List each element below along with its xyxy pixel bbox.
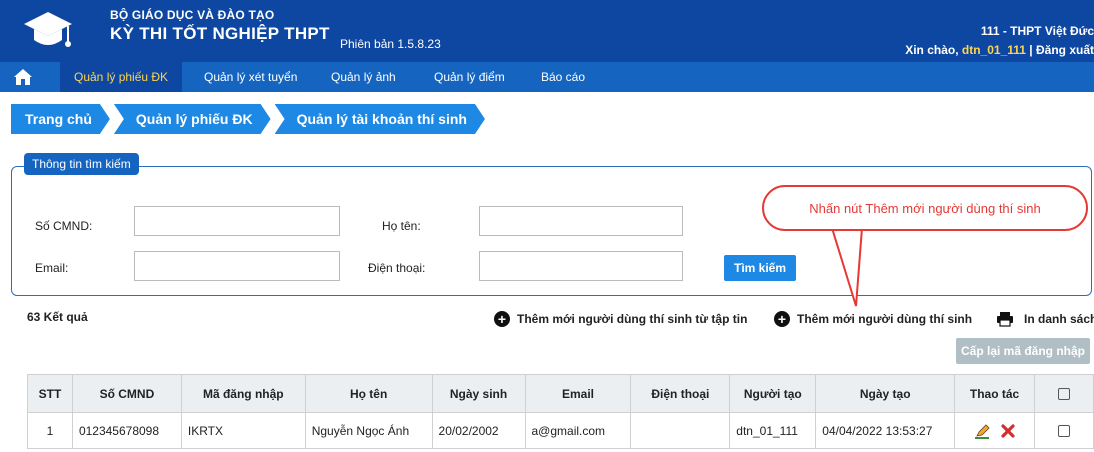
cell-phone	[630, 412, 731, 449]
col-header-stt: STT	[27, 374, 73, 413]
add-new-user-label: Thêm mới người dùng thí sinh	[797, 312, 973, 326]
col-header-creator: Người tạo	[729, 374, 817, 413]
cell-dob: 20/02/2002	[431, 412, 526, 449]
nav-item-phieu-dk[interactable]: Quản lý phiếu ĐK	[60, 62, 183, 92]
phone-label: Điện thoại:	[368, 261, 426, 275]
email-input[interactable]	[134, 251, 340, 281]
nav-home-button[interactable]	[0, 62, 46, 92]
instruction-callout: Nhấn nút Thêm mới người dùng thí sinh	[762, 185, 1088, 231]
candidate-table: STT Số CMND Mã đăng nhập Họ tên Ngày sin…	[27, 374, 1094, 449]
results-count: 63 Kết quả	[27, 310, 88, 324]
app-header: BỘ GIÁO DỤC VÀ ĐÀO TẠO KỲ THI TỐT NGHIỆP…	[0, 0, 1094, 62]
nav-item-diem[interactable]: Quản lý điểm	[420, 62, 519, 92]
cell-stt: 1	[27, 412, 73, 449]
nav-item-xet-tuyen[interactable]: Quản lý xét tuyển	[190, 62, 311, 92]
col-header-dob: Ngày sinh	[431, 374, 526, 413]
col-header-created-date: Ngày tạo	[815, 374, 956, 413]
breadcrumb-current[interactable]: Quản lý tài khoản thí sinh	[275, 104, 485, 134]
username-link[interactable]: dtn_01_111	[962, 43, 1026, 57]
search-button[interactable]: Tìm kiếm	[724, 255, 796, 281]
edit-pencil-icon[interactable]	[974, 423, 992, 439]
breadcrumb-home[interactable]: Trang chủ	[11, 104, 110, 134]
table-row: 1 012345678098 IKRTX Nguyễn Ngọc Ánh 20/…	[27, 412, 1094, 449]
print-label: In danh sách	[1024, 312, 1094, 326]
col-header-login-code: Mã đăng nhập	[180, 374, 306, 413]
exam-title: KỲ THI TỐT NGHIỆP THPT	[110, 24, 330, 43]
separator: |	[1025, 43, 1036, 57]
col-header-phone: Điện thoại	[630, 374, 731, 413]
col-header-name: Họ tên	[304, 374, 433, 413]
org-name: BỘ GIÁO DỤC VÀ ĐÀO TẠO	[110, 8, 275, 22]
table-header-row: STT Số CMND Mã đăng nhập Họ tên Ngày sin…	[27, 374, 1094, 413]
add-new-user-button[interactable]: + Thêm mới người dùng thí sinh	[774, 311, 972, 327]
cell-name: Nguyễn Ngọc Ánh	[304, 412, 433, 449]
breadcrumb: Trang chủ Quản lý phiếu ĐK Quản lý tài k…	[11, 104, 489, 134]
delete-x-icon[interactable]	[1001, 423, 1015, 438]
print-button[interactable]: In danh sách	[996, 311, 1094, 327]
reset-login-code-button[interactable]: Cấp lại mã đăng nhập	[956, 338, 1090, 364]
search-panel-title: Thông tin tìm kiếm	[24, 153, 139, 175]
name-input[interactable]	[479, 206, 683, 236]
phone-input[interactable]	[479, 251, 683, 281]
plus-circle-icon: +	[774, 311, 790, 327]
breadcrumb-phieu-dk[interactable]: Quản lý phiếu ĐK	[114, 104, 271, 134]
col-header-cmnd: Số CMND	[71, 374, 182, 413]
greeting-text: Xin chào,	[905, 43, 962, 57]
printer-icon	[997, 312, 1013, 327]
col-header-select-all[interactable]	[1034, 374, 1094, 413]
email-label: Email:	[35, 261, 69, 275]
cmnd-input[interactable]	[134, 206, 340, 236]
nav-item-anh[interactable]: Quản lý ảnh	[317, 62, 410, 92]
row-checkbox[interactable]	[1058, 425, 1070, 438]
cell-email: a@gmail.com	[524, 412, 632, 449]
cell-login-code: IKRTX	[180, 412, 306, 449]
cell-cmnd: 012345678098	[71, 412, 182, 449]
graduation-cap-logo-icon	[24, 12, 72, 47]
school-name: 111 - THPT Việt Đức	[980, 24, 1094, 38]
nav-item-bao-cao[interactable]: Báo cáo	[527, 62, 599, 92]
logout-link[interactable]: Đăng xuất	[1036, 43, 1094, 57]
name-label: Họ tên:	[382, 219, 421, 233]
main-nav: Quản lý phiếu ĐK Quản lý xét tuyển Quản …	[0, 62, 1094, 92]
col-header-email: Email	[524, 374, 632, 413]
cell-select[interactable]	[1034, 412, 1094, 449]
home-icon	[14, 69, 32, 85]
add-from-file-button[interactable]: + Thêm mới người dùng thí sinh từ tập ti…	[494, 311, 747, 327]
version-label: Phiên bản 1.5.8.23	[340, 37, 441, 51]
user-greeting: Xin chào, dtn_01_111 | Đăng xuất	[905, 43, 1094, 57]
cmnd-label: Số CMND:	[35, 219, 93, 233]
cell-created-date: 04/04/2022 13:53:27	[815, 412, 956, 449]
select-all-checkbox[interactable]	[1058, 388, 1070, 401]
plus-circle-icon: +	[494, 311, 510, 327]
col-header-actions: Thao tác	[954, 374, 1035, 413]
cell-creator: dtn_01_111	[729, 412, 817, 449]
add-from-file-label: Thêm mới người dùng thí sinh từ tập tin	[517, 312, 748, 326]
cell-actions	[954, 412, 1035, 449]
